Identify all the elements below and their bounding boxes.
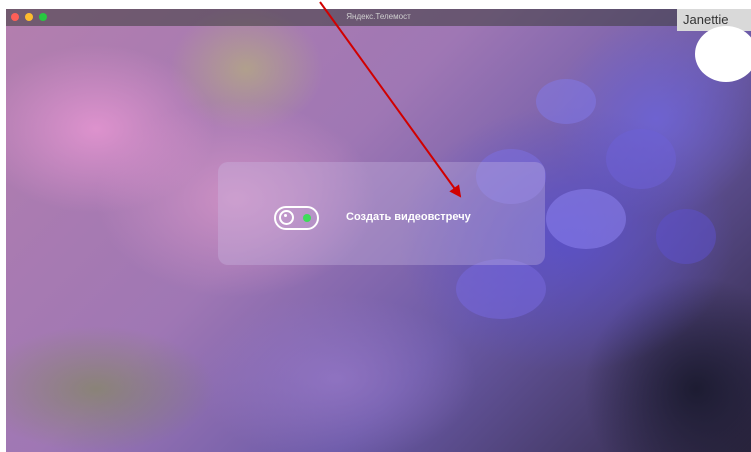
annotation-arrow	[319, 1, 462, 198]
arrow-line	[319, 1, 462, 198]
